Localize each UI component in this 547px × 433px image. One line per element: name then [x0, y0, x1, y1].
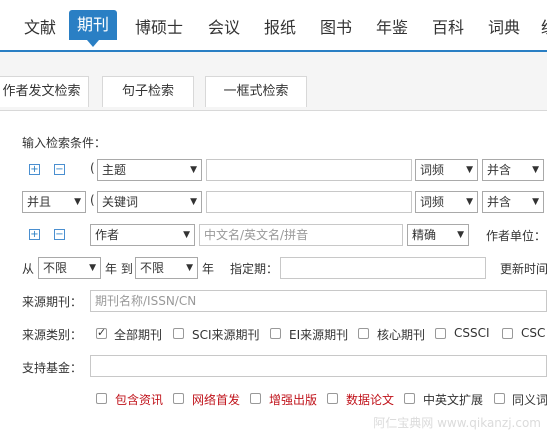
include-news-label: 包含资讯	[115, 393, 164, 407]
year-from-select[interactable]: 不限 ▼	[38, 257, 101, 279]
year-to-value: 不限	[140, 261, 165, 275]
chevron-down-icon: ▼	[532, 197, 539, 207]
update-time-label: 更新时间	[500, 262, 547, 276]
author-field-select[interactable]: 作者 ▼	[90, 224, 195, 246]
freq-select-1[interactable]: 词频 ▼	[415, 159, 478, 181]
freq-select-2-value: 词频	[420, 195, 445, 209]
remove-row-icon[interactable]: −	[54, 164, 65, 175]
bool-op-select[interactable]: 并且 ▼	[22, 191, 86, 213]
cn-en-expand-checkbox[interactable]	[404, 393, 415, 404]
field-select-2-value: 关键词	[102, 195, 139, 209]
author-field-value: 作者	[95, 228, 120, 242]
top-nav: 文献 期刊 博硕士 会议 报纸 图书 年鉴 百科 词典 统	[0, 0, 547, 52]
search-form: 输入检索条件： + − ( 主题 ▼ 词频 ▼ 并含 ▼ 并且 ▼ ( 关键词 ▼ 词频 ▼…	[0, 118, 547, 433]
year-label: 年	[202, 262, 215, 276]
online-first-checkbox[interactable]	[173, 393, 184, 404]
online-first-label: 网络首发	[192, 393, 241, 407]
search-tabs: 作者发文检索 句子检索 一框式检索	[0, 52, 547, 111]
cscd-checkbox[interactable]	[502, 328, 513, 339]
add-author-icon[interactable]: +	[29, 229, 40, 240]
year-to-label: 年 到	[105, 262, 133, 276]
keyword-input-1[interactable]	[206, 159, 412, 181]
chevron-down-icon: ▼	[457, 230, 464, 240]
fund-input[interactable]	[90, 355, 547, 377]
nav-qikan[interactable]: 期刊	[69, 10, 118, 47]
author-match-select[interactable]: 精确 ▼	[407, 224, 469, 246]
chevron-down-icon: ▼	[190, 197, 197, 207]
logic-select-2-value: 并含	[487, 195, 512, 209]
sci-checkbox[interactable]	[173, 328, 184, 339]
freq-select-2[interactable]: 词频 ▼	[415, 191, 478, 213]
synonym-label: 同义词	[512, 393, 547, 407]
bool-op-value: 并且	[27, 195, 52, 209]
ei-label: EI来源期刊	[289, 328, 349, 342]
nav-huiyi[interactable]: 会议	[208, 14, 240, 38]
chevron-down-icon: ▼	[89, 263, 96, 273]
enhanced-pub-label: 增强出版	[269, 393, 318, 407]
author-match-value: 精确	[412, 228, 437, 242]
synonym-checkbox[interactable]	[494, 393, 505, 404]
category-label: 来源类别：	[22, 328, 83, 342]
data-paper-label: 数据论文	[346, 393, 395, 407]
chevron-down-icon: ▼	[466, 165, 473, 175]
field-select-2[interactable]: 关键词 ▼	[97, 191, 202, 213]
chevron-down-icon: ▼	[186, 263, 193, 273]
date-input[interactable]	[280, 257, 486, 279]
watermark: 阿仁宝典网 www.qikanzj.com	[373, 416, 541, 430]
remove-author-icon[interactable]: −	[54, 229, 65, 240]
author-name-input[interactable]: 中文名/英文名/拼音	[199, 224, 403, 246]
freq-select-1-value: 词频	[420, 163, 445, 177]
add-row-icon[interactable]: +	[29, 164, 40, 175]
sci-label: SCI来源期刊	[192, 328, 260, 342]
nav-boshuoshi[interactable]: 博硕士	[135, 14, 183, 38]
fund-label: 支持基金：	[22, 361, 83, 375]
tab-author-search[interactable]: 作者发文检索	[0, 76, 89, 107]
nav-cidian[interactable]: 词典	[488, 14, 520, 38]
open-paren: (	[90, 193, 95, 207]
chevron-down-icon: ▼	[532, 165, 539, 175]
all-journals-label: 全部期刊	[114, 328, 163, 342]
field-select-1-value: 主题	[102, 163, 127, 177]
tab-sentence-search[interactable]: 句子检索	[102, 76, 194, 107]
data-paper-checkbox[interactable]	[327, 393, 338, 404]
nav-baozhi[interactable]: 报纸	[264, 14, 296, 38]
cssci-label: CSSCI	[454, 326, 490, 340]
core-checkbox[interactable]	[358, 328, 369, 339]
nav-baike[interactable]: 百科	[432, 14, 464, 38]
date-label: 指定期：	[230, 262, 279, 276]
logic-select-1[interactable]: 并含 ▼	[482, 159, 544, 181]
ei-checkbox[interactable]	[270, 328, 281, 339]
nav-tongji[interactable]: 统	[541, 14, 547, 38]
section-title: 输入检索条件：	[22, 136, 107, 150]
year-to-select[interactable]: 不限 ▼	[135, 257, 198, 279]
keyword-input-2[interactable]	[206, 191, 412, 213]
include-news-checkbox[interactable]	[96, 393, 107, 404]
tab-single-box-search[interactable]: 一框式检索	[205, 76, 307, 107]
from-label: 从	[22, 262, 35, 276]
logic-select-2[interactable]: 并含 ▼	[482, 191, 544, 213]
cn-en-expand-label: 中英文扩展	[423, 393, 484, 407]
open-paren: (	[90, 161, 95, 175]
author-unit-label: 作者单位：	[486, 229, 547, 243]
cssci-checkbox[interactable]	[435, 328, 446, 339]
cscd-label: CSC	[521, 326, 546, 340]
core-label: 核心期刊	[377, 328, 426, 342]
chevron-down-icon: ▼	[466, 197, 473, 207]
nav-tushu[interactable]: 图书	[320, 14, 352, 38]
chevron-down-icon: ▼	[74, 197, 81, 207]
all-journals-checkbox[interactable]	[96, 326, 107, 339]
year-from-value: 不限	[43, 261, 68, 275]
field-select-1[interactable]: 主题 ▼	[97, 159, 202, 181]
nav-nianjian[interactable]: 年鉴	[376, 14, 408, 38]
chevron-down-icon: ▼	[183, 230, 190, 240]
enhanced-pub-checkbox[interactable]	[250, 393, 261, 404]
source-label: 来源期刊：	[22, 295, 83, 309]
logic-select-1-value: 并含	[487, 163, 512, 177]
nav-wenxian[interactable]: 文献	[24, 14, 56, 38]
source-journal-input[interactable]: 期刊名称/ISSN/CN	[90, 290, 547, 312]
chevron-down-icon: ▼	[190, 165, 197, 175]
